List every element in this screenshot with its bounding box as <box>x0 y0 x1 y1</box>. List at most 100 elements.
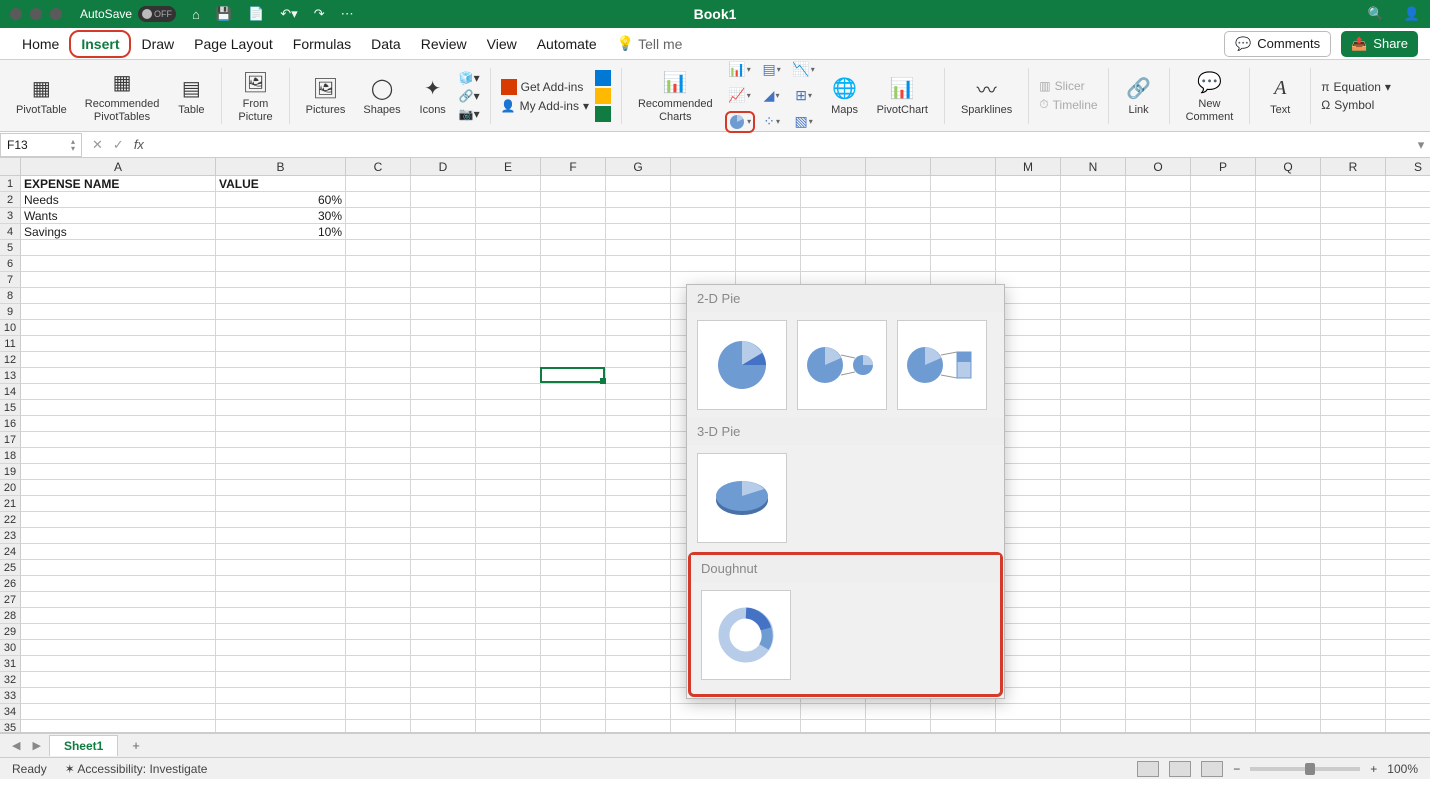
enter-icon[interactable]: ✓ <box>113 137 124 153</box>
cell-A28[interactable] <box>21 608 216 624</box>
bar-of-pie-option[interactable] <box>897 320 987 410</box>
cell-R17[interactable] <box>1321 432 1386 448</box>
cell-J5[interactable] <box>801 240 866 256</box>
cell-Q30[interactable] <box>1256 640 1321 656</box>
cell-R19[interactable] <box>1321 464 1386 480</box>
cell-A22[interactable] <box>21 512 216 528</box>
cell-P8[interactable] <box>1191 288 1256 304</box>
cell-M8[interactable] <box>996 288 1061 304</box>
cell-P30[interactable] <box>1191 640 1256 656</box>
cell-M11[interactable] <box>996 336 1061 352</box>
cell-M13[interactable] <box>996 368 1061 384</box>
cell-E4[interactable] <box>476 224 541 240</box>
cell-F7[interactable] <box>541 272 606 288</box>
cell-S10[interactable] <box>1386 320 1430 336</box>
tab-formulas[interactable]: Formulas <box>283 30 361 58</box>
map-chart-button[interactable]: ▧▾ <box>789 111 819 133</box>
cell-A11[interactable] <box>21 336 216 352</box>
col-head-7[interactable] <box>671 158 736 176</box>
cell-F3[interactable] <box>541 208 606 224</box>
cell-N15[interactable] <box>1061 400 1126 416</box>
cell-B14[interactable] <box>216 384 346 400</box>
cell-S22[interactable] <box>1386 512 1430 528</box>
cell-B24[interactable] <box>216 544 346 560</box>
cell-C8[interactable] <box>346 288 411 304</box>
cell-R21[interactable] <box>1321 496 1386 512</box>
cell-R3[interactable] <box>1321 208 1386 224</box>
cell-B19[interactable] <box>216 464 346 480</box>
cell-B30[interactable] <box>216 640 346 656</box>
cell-B9[interactable] <box>216 304 346 320</box>
cell-M29[interactable] <box>996 624 1061 640</box>
cell-G13[interactable] <box>606 368 671 384</box>
cell-D28[interactable] <box>411 608 476 624</box>
cell-B4[interactable]: 10% <box>216 224 346 240</box>
cell-E29[interactable] <box>476 624 541 640</box>
tab-view[interactable]: View <box>477 30 527 58</box>
cell-S23[interactable] <box>1386 528 1430 544</box>
cell-S7[interactable] <box>1386 272 1430 288</box>
cell-S21[interactable] <box>1386 496 1430 512</box>
cell-G32[interactable] <box>606 672 671 688</box>
cell-A25[interactable] <box>21 560 216 576</box>
tab-home[interactable]: Home <box>12 30 69 58</box>
cell-N30[interactable] <box>1061 640 1126 656</box>
cell-F29[interactable] <box>541 624 606 640</box>
col-head-N[interactable]: N <box>1061 158 1126 176</box>
row-head-11[interactable]: 11 <box>0 336 21 352</box>
row-head-17[interactable]: 17 <box>0 432 21 448</box>
cell-S3[interactable] <box>1386 208 1430 224</box>
pie-2d-option[interactable] <box>697 320 787 410</box>
cell-C23[interactable] <box>346 528 411 544</box>
cell-O16[interactable] <box>1126 416 1191 432</box>
cell-R29[interactable] <box>1321 624 1386 640</box>
cell-D2[interactable] <box>411 192 476 208</box>
cell-B13[interactable] <box>216 368 346 384</box>
cell-L2[interactable] <box>931 192 996 208</box>
cell-I6[interactable] <box>736 256 801 272</box>
cell-D15[interactable] <box>411 400 476 416</box>
cell-O22[interactable] <box>1126 512 1191 528</box>
cell-R7[interactable] <box>1321 272 1386 288</box>
cell-F12[interactable] <box>541 352 606 368</box>
cell-P15[interactable] <box>1191 400 1256 416</box>
cell-B18[interactable] <box>216 448 346 464</box>
col-head-9[interactable] <box>801 158 866 176</box>
cell-D35[interactable] <box>411 720 476 733</box>
cell-E7[interactable] <box>476 272 541 288</box>
cell-F23[interactable] <box>541 528 606 544</box>
tab-draw[interactable]: Draw <box>131 30 184 58</box>
cell-B6[interactable] <box>216 256 346 272</box>
cell-A2[interactable]: Needs <box>21 192 216 208</box>
stock-chart-button[interactable]: 📉▾ <box>789 59 819 81</box>
cell-N9[interactable] <box>1061 304 1126 320</box>
cell-F5[interactable] <box>541 240 606 256</box>
cell-P33[interactable] <box>1191 688 1256 704</box>
cell-D22[interactable] <box>411 512 476 528</box>
get-addins-button[interactable]: Get Add-ins <box>501 79 589 95</box>
cell-O6[interactable] <box>1126 256 1191 272</box>
cell-D6[interactable] <box>411 256 476 272</box>
cell-A31[interactable] <box>21 656 216 672</box>
cell-K34[interactable] <box>866 704 931 720</box>
cell-E18[interactable] <box>476 448 541 464</box>
cell-Q24[interactable] <box>1256 544 1321 560</box>
cell-C30[interactable] <box>346 640 411 656</box>
cell-P6[interactable] <box>1191 256 1256 272</box>
cell-R1[interactable] <box>1321 176 1386 192</box>
cell-C32[interactable] <box>346 672 411 688</box>
cell-N35[interactable] <box>1061 720 1126 733</box>
cell-O31[interactable] <box>1126 656 1191 672</box>
cell-C18[interactable] <box>346 448 411 464</box>
cell-F27[interactable] <box>541 592 606 608</box>
autosave[interactable]: AutoSave OFF <box>80 6 176 22</box>
cell-N6[interactable] <box>1061 256 1126 272</box>
cell-G1[interactable] <box>606 176 671 192</box>
from-picture-button[interactable]: 🖼From Picture <box>232 68 278 122</box>
cell-M27[interactable] <box>996 592 1061 608</box>
people-graph-addin[interactable] <box>595 88 611 104</box>
cell-E33[interactable] <box>476 688 541 704</box>
cell-Q32[interactable] <box>1256 672 1321 688</box>
search-icon[interactable]: 🔍 <box>1368 6 1384 22</box>
cell-O27[interactable] <box>1126 592 1191 608</box>
